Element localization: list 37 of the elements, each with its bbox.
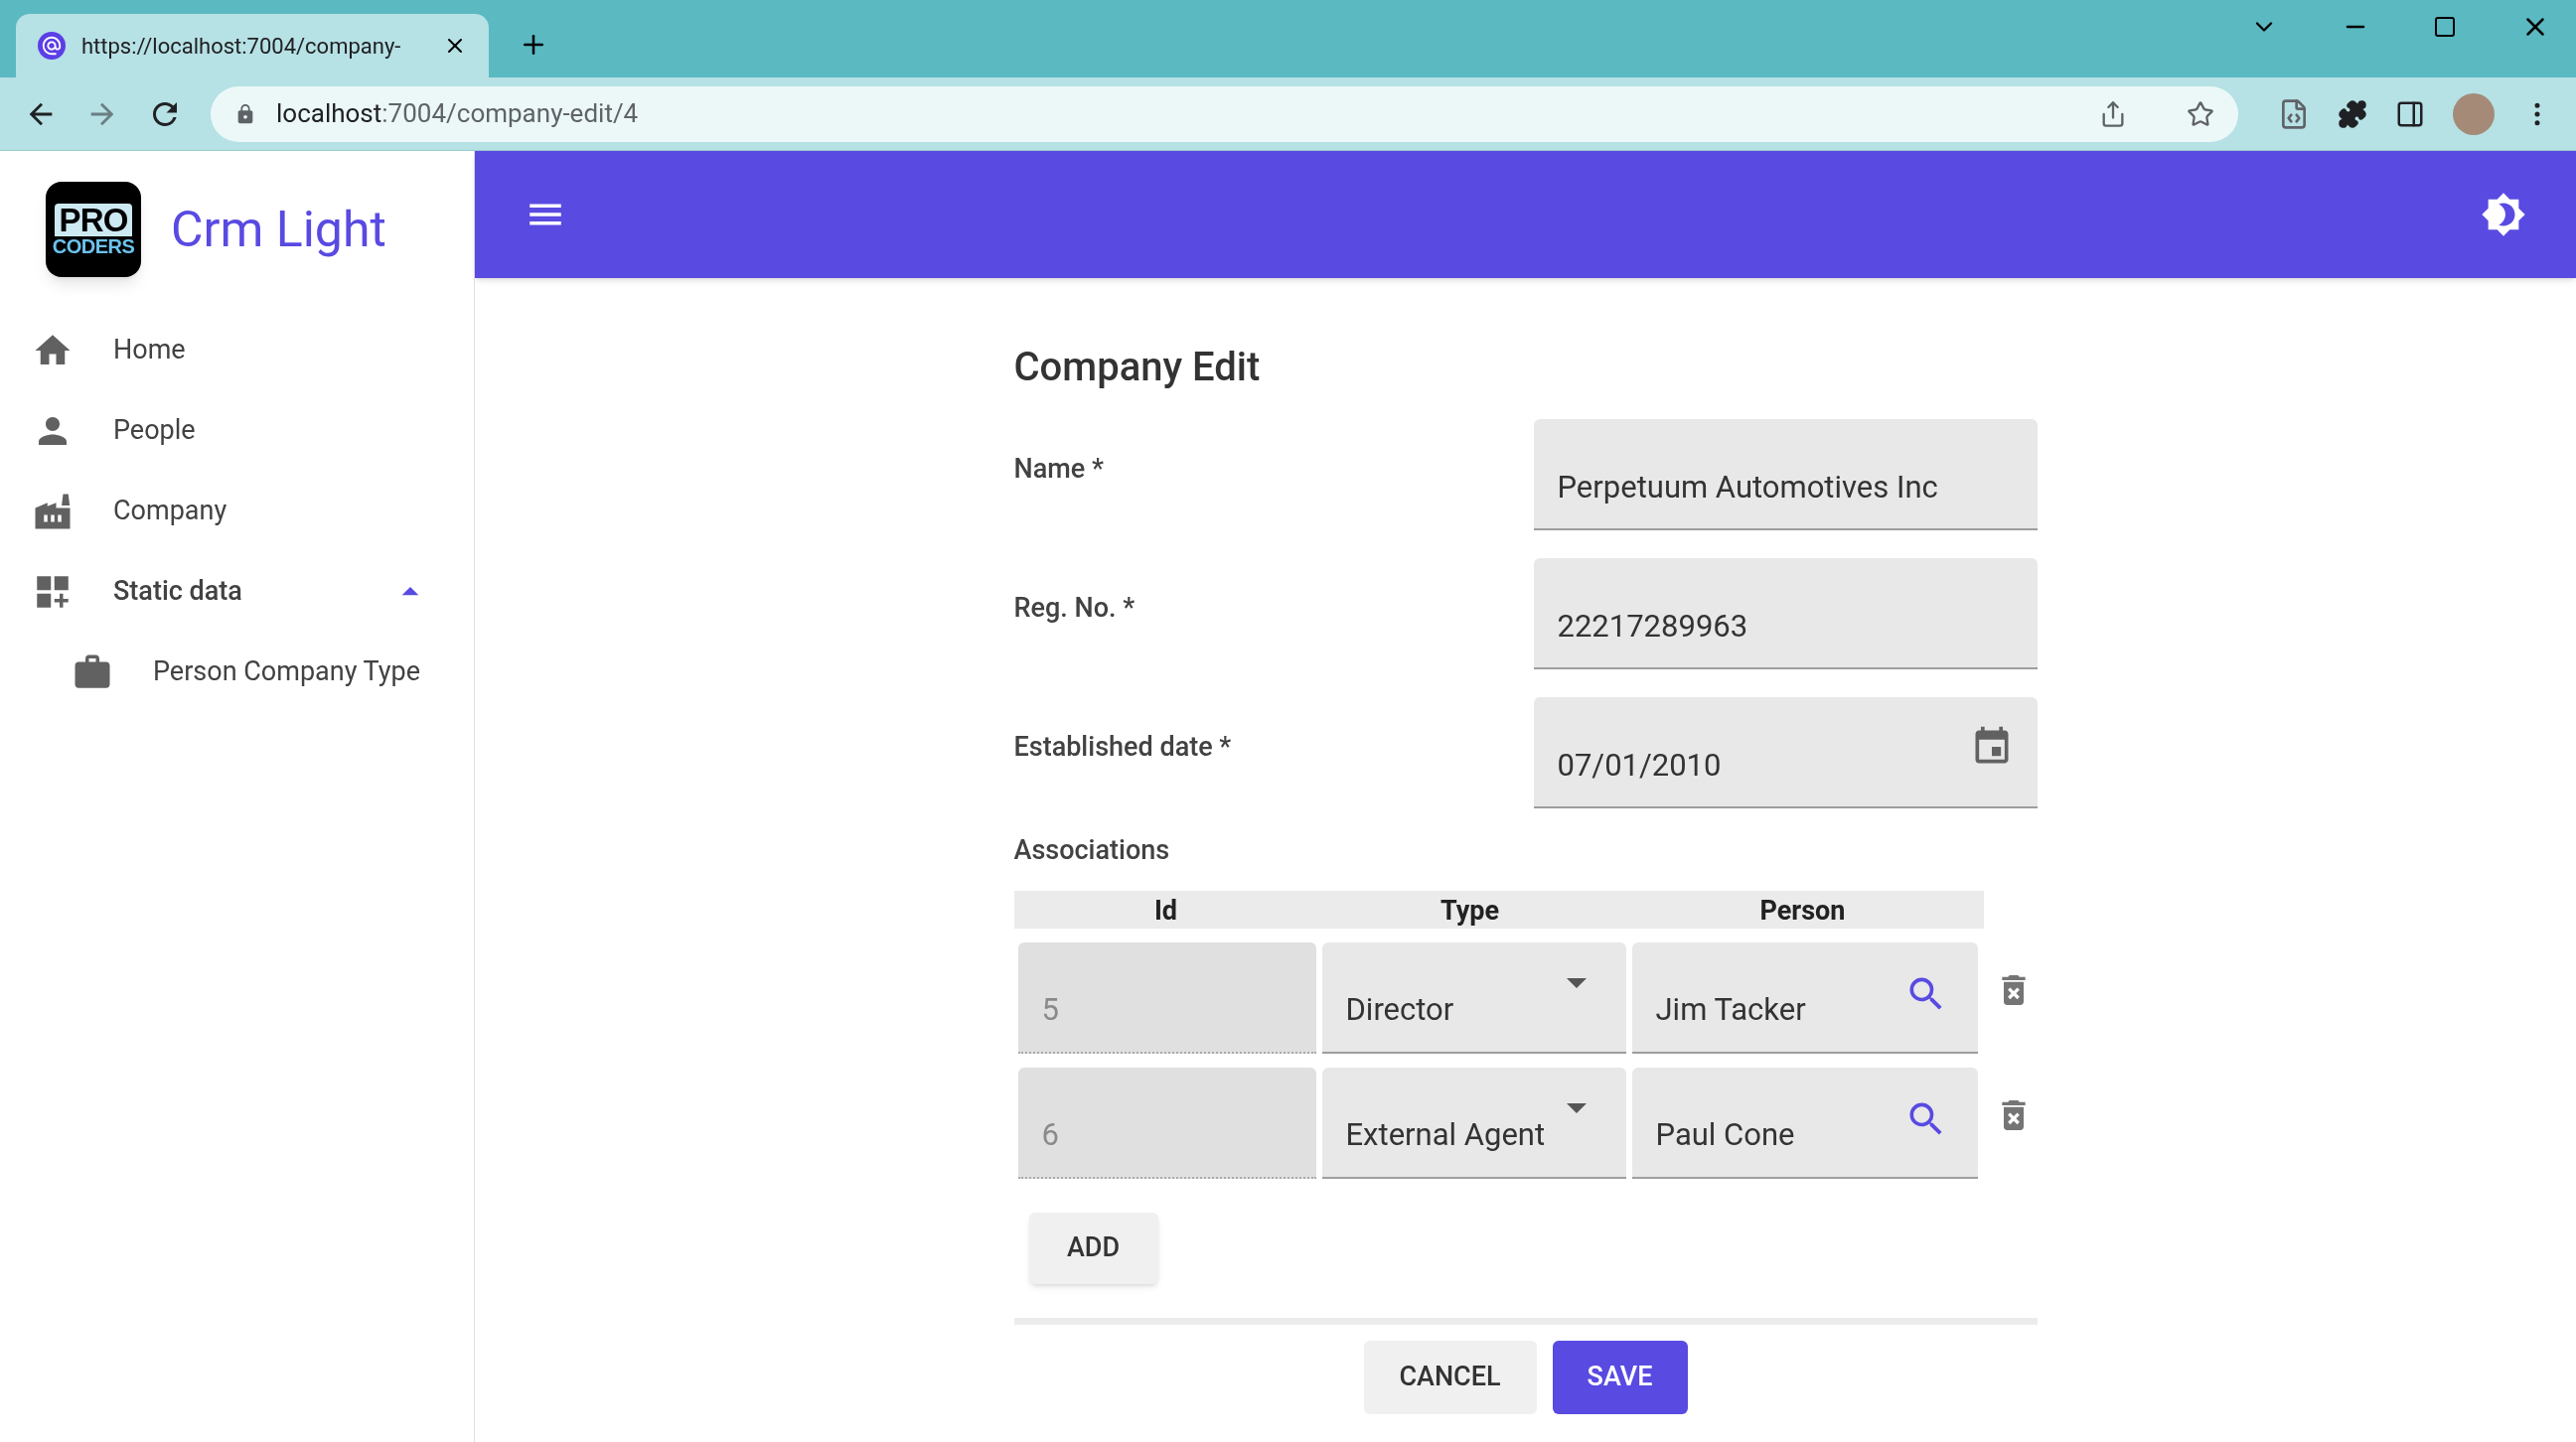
site-favicon: [38, 32, 66, 60]
nav-item[interactable]: Company: [0, 471, 474, 551]
puzzle-icon[interactable]: [2338, 98, 2367, 129]
logo: PRO CODERS: [46, 182, 141, 277]
nav-item[interactable]: Static data: [0, 551, 474, 632]
maximize-icon[interactable]: [2433, 15, 2457, 39]
nav-item[interactable]: People: [0, 390, 474, 471]
field-label: Established date *: [1013, 730, 1233, 765]
nav-item[interactable]: Home: [0, 310, 474, 390]
id-field: 5: [1017, 941, 1316, 1054]
address-bar[interactable]: localhost:7004/company-edit/4: [211, 85, 2238, 142]
column-header: Id: [1152, 893, 1179, 929]
input-field[interactable]: Perpetuum Automotives Inc: [1533, 419, 2038, 530]
id-field: 6: [1017, 1067, 1316, 1179]
star-icon[interactable]: [2187, 99, 2214, 128]
column-header: Person: [1758, 893, 1847, 929]
cancel-button[interactable]: CANCEL: [1363, 1340, 1537, 1414]
person-field[interactable]: Jim Tacker: [1631, 941, 1978, 1054]
type-select[interactable]: External Agent: [1321, 1067, 1626, 1179]
input-field[interactable]: 22217289963: [1533, 558, 2038, 669]
browser-tab[interactable]: https://localhost:7004/company-: [16, 14, 489, 77]
page-title: Company Edit: [1013, 343, 1262, 392]
app-title: Crm Light: [171, 199, 386, 260]
save-button[interactable]: SAVE: [1552, 1340, 1688, 1414]
url-text: localhost:7004/company-edit/4: [276, 97, 640, 130]
dropdown-icon: [1566, 1102, 1587, 1113]
theme-toggle-icon[interactable]: [2481, 192, 2526, 237]
column-header: Type: [1439, 893, 1501, 929]
section-label: Associations: [1013, 833, 1171, 868]
person-field[interactable]: Paul Cone: [1631, 1067, 1978, 1179]
nav-item[interactable]: Person Company Type: [0, 632, 474, 712]
field-label: Name *: [1013, 452, 1105, 487]
field-label: Reg. No. *: [1013, 591, 1136, 626]
input-field[interactable]: 07/01/2010: [1533, 697, 2038, 808]
type-select[interactable]: Director: [1321, 941, 1626, 1054]
add-button[interactable]: ADD: [1028, 1212, 1158, 1284]
dropdown-icon: [1566, 977, 1587, 988]
